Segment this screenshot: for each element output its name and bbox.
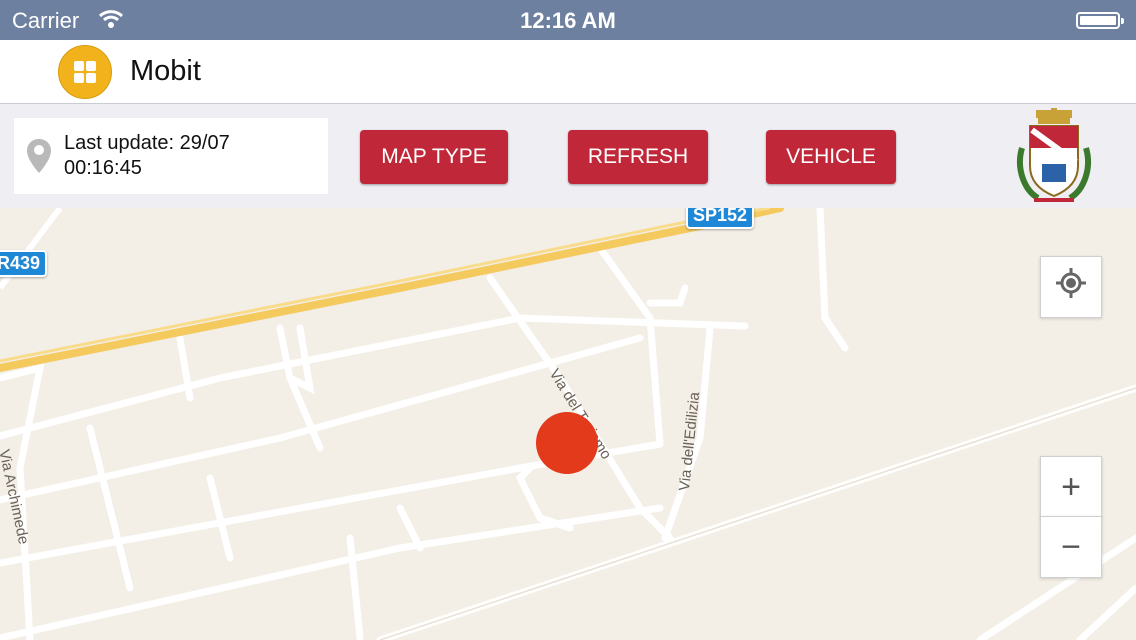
last-update-date: Last update: 29/07: [64, 132, 230, 154]
road-badge-r439: R439: [0, 250, 48, 277]
plus-icon: +: [1061, 467, 1081, 506]
carrier-label: Carrier: [12, 8, 80, 33]
last-update-text: Last update: 29/07 00:16:45: [64, 131, 230, 181]
locate-icon: [1054, 266, 1088, 309]
my-location-button[interactable]: [1040, 256, 1102, 318]
last-update-panel: Last update: 29/07 00:16:45: [14, 118, 328, 194]
nav-bar: Mobit: [0, 40, 1136, 104]
map-type-button[interactable]: MAP TYPE: [360, 130, 508, 184]
app-title: Mobit: [130, 55, 201, 87]
minus-icon: −: [1061, 527, 1081, 566]
status-bar: Carrier 12:16 AM: [0, 0, 1136, 40]
map-view[interactable]: SP152 R439 Via del Turismo Via dell'Edil…: [0, 208, 1136, 640]
wifi-icon: [98, 8, 124, 35]
last-update-time: 00:16:45: [64, 157, 142, 179]
vehicle-button[interactable]: VEHICLE: [766, 130, 896, 184]
location-pin-icon: [26, 138, 52, 179]
clock: 12:16 AM: [520, 8, 616, 33]
road-badge-sp152: SP152: [686, 208, 755, 229]
zoom-in-button[interactable]: +: [1040, 456, 1102, 518]
toolbar: Last update: 29/07 00:16:45 MAP TYPE REF…: [0, 104, 1136, 208]
battery-icon: [1076, 12, 1124, 29]
vehicle-location-marker[interactable]: [536, 412, 598, 474]
refresh-button[interactable]: REFRESH: [568, 130, 708, 184]
grid-icon[interactable]: [58, 45, 112, 99]
zoom-out-button[interactable]: −: [1040, 516, 1102, 578]
municipal-crest-logo: [1012, 108, 1096, 209]
